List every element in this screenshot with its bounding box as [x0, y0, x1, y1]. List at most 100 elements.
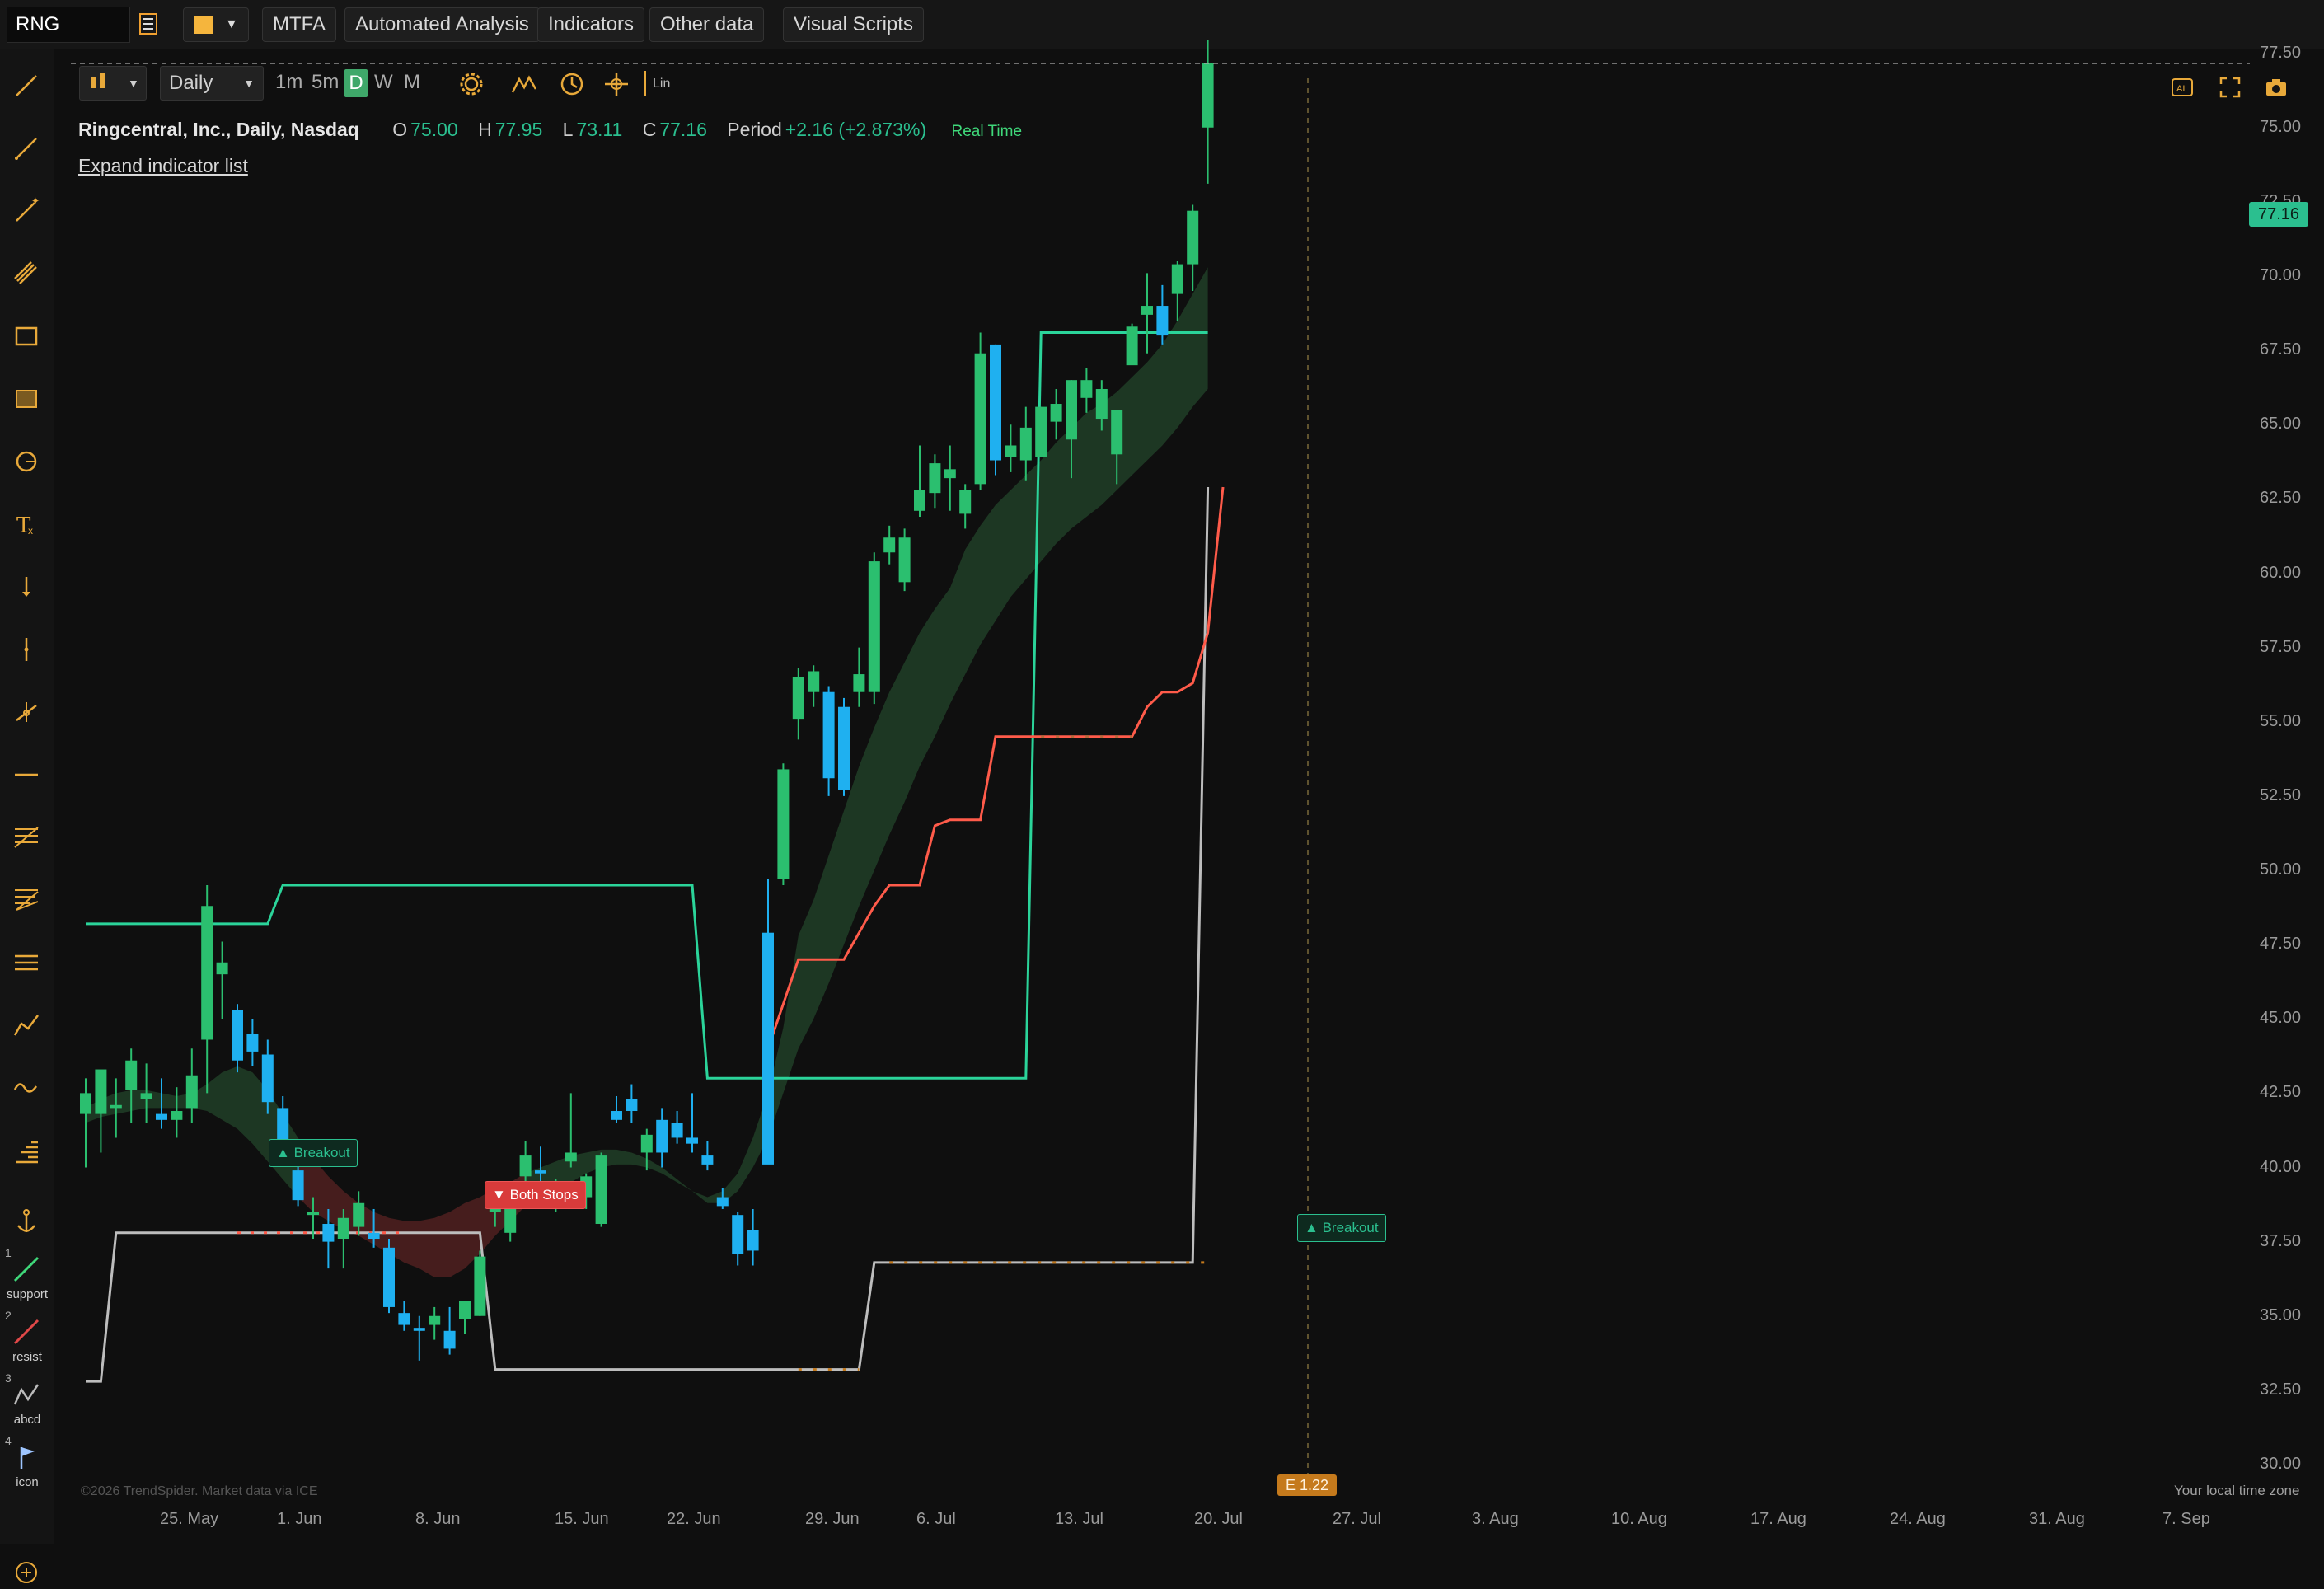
- band-lines-layer: [86, 331, 1225, 1383]
- candle: [1095, 380, 1108, 431]
- x-tick-label: 6. Jul: [916, 1510, 956, 1528]
- shaded-rectangle-icon[interactable]: [7, 379, 46, 419]
- fullscreen-icon[interactable]: [2212, 69, 2248, 105]
- interval-5m[interactable]: 5m: [312, 66, 339, 101]
- candle: [762, 879, 774, 1165]
- preset-label: icon: [16, 1475, 39, 1489]
- guides-layer: [71, 63, 2250, 1475]
- candle: [383, 1239, 395, 1314]
- candle: [1066, 380, 1077, 479]
- candle: [929, 454, 941, 509]
- visual-scripts-button[interactable]: Visual Scripts: [783, 7, 924, 42]
- volume-profile-icon[interactable]: [7, 1131, 46, 1170]
- both-stops-label: Both Stops: [509, 1187, 579, 1202]
- x-tick-label: 1. Jun: [277, 1510, 322, 1528]
- candle: [1019, 406, 1032, 481]
- y-tick-label: 35.00: [2260, 1305, 2302, 1324]
- flag-icon[interactable]: [7, 1442, 46, 1472]
- rectangle-tool-icon[interactable]: [7, 316, 46, 356]
- color-picker-button[interactable]: ▼: [183, 7, 249, 42]
- candle: [95, 1069, 107, 1153]
- text-tool-icon[interactable]: Tx: [7, 504, 46, 544]
- both-stops-signal[interactable]: ▼ Both Stops: [485, 1181, 586, 1209]
- support-line-icon[interactable]: [7, 1254, 46, 1284]
- clock-icon[interactable]: [554, 66, 590, 102]
- magic-trendline-icon[interactable]: ✦: [7, 191, 46, 231]
- timeframe-select[interactable]: Daily ▼: [160, 66, 264, 101]
- camera-icon[interactable]: [2258, 69, 2294, 105]
- settings-gear-icon[interactable]: [453, 66, 490, 102]
- candles-layer: [80, 40, 1214, 1361]
- candle: [595, 1152, 607, 1227]
- interval-w[interactable]: W: [374, 66, 393, 101]
- y-tick-label: 30.00: [2260, 1455, 2302, 1473]
- wave-tool-icon[interactable]: [7, 1068, 46, 1108]
- polyline-icon[interactable]: [7, 1005, 46, 1045]
- candlestick-icon: [88, 67, 108, 110]
- timezone-label[interactable]: Your local time zone: [2174, 1483, 2299, 1499]
- vertical-line-icon[interactable]: [7, 630, 46, 669]
- candle: [337, 1208, 349, 1269]
- expand-indicator-list-link[interactable]: Expand indicator list: [78, 155, 248, 177]
- fibonacci-icon[interactable]: [7, 818, 46, 857]
- x-tick-label: 22. Jun: [667, 1510, 721, 1528]
- parallel-lines-icon[interactable]: [7, 943, 46, 982]
- candle: [1141, 273, 1153, 354]
- candle: [1187, 204, 1199, 292]
- candle: [1126, 323, 1138, 366]
- mtfa-button[interactable]: MTFA: [262, 7, 336, 42]
- chart-type-button[interactable]: ▼: [79, 66, 147, 101]
- crosshair-tool-icon[interactable]: [7, 692, 46, 732]
- interval-d-active[interactable]: D: [344, 69, 368, 97]
- fib-fan-icon[interactable]: [7, 880, 46, 920]
- y-tick-label: 70.00: [2260, 266, 2302, 284]
- watchlist-icon[interactable]: [132, 7, 170, 42]
- automated-analysis-button[interactable]: Automated Analysis: [344, 7, 540, 42]
- high-value: 77.95: [494, 119, 543, 140]
- indicators-button[interactable]: Indicators: [537, 7, 645, 42]
- color-swatch-icon: [194, 16, 213, 34]
- x-tick-label: 3. Aug: [1472, 1510, 1519, 1528]
- indicator-chart-icon[interactable]: [506, 66, 542, 102]
- trailing-stop-line: [766, 486, 1225, 1049]
- circle-tool-icon[interactable]: [7, 442, 46, 481]
- y-tick-label: 42.50: [2260, 1083, 2302, 1102]
- interval-1m[interactable]: 1m: [275, 66, 302, 101]
- x-tick-label: 20. Jul: [1194, 1510, 1243, 1528]
- breakout-signal-2[interactable]: ▲ Breakout: [1297, 1214, 1386, 1242]
- breakout-1-label: Breakout: [293, 1145, 350, 1160]
- x-tick-label: 29. Jun: [805, 1510, 860, 1528]
- candle: [398, 1301, 410, 1331]
- ai-icon[interactable]: AI: [2164, 69, 2200, 105]
- candle: [626, 1084, 638, 1123]
- chevron-down-icon: ▼: [225, 17, 238, 31]
- symbol-input[interactable]: [7, 7, 130, 43]
- channel-tool-icon[interactable]: [7, 254, 46, 293]
- trendline-tool-icon[interactable]: [7, 66, 46, 105]
- candle: [353, 1191, 365, 1236]
- candle: [307, 1197, 319, 1240]
- anchor-icon[interactable]: [7, 1202, 46, 1241]
- other-data-button[interactable]: Other data: [649, 7, 765, 42]
- drawing-tools-sidebar: ✦ Tx 1 support 2 resist 3 abcd 4 icon: [0, 49, 54, 1583]
- linear-scale-button[interactable]: Lin: [643, 66, 681, 101]
- resist-line-icon[interactable]: [7, 1317, 46, 1347]
- open-value: 75.00: [410, 119, 458, 140]
- horizontal-line-icon[interactable]: [7, 755, 46, 794]
- add-tool-icon[interactable]: [7, 1556, 46, 1589]
- low-value: 73.11: [576, 119, 623, 140]
- candle: [959, 484, 972, 529]
- interval-m[interactable]: M: [404, 66, 420, 101]
- breakout-signal-1[interactable]: ▲ Breakout: [269, 1139, 358, 1167]
- ray-tool-icon[interactable]: [7, 129, 46, 168]
- candle: [80, 1078, 91, 1168]
- y-tick-label: 55.00: [2260, 711, 2302, 730]
- candle: [868, 552, 880, 705]
- candle: [792, 668, 804, 740]
- x-tick-label: 13. Jul: [1055, 1510, 1103, 1528]
- price-chart[interactable]: [0, 0, 2324, 1544]
- abcd-pattern-icon[interactable]: [7, 1380, 46, 1409]
- earnings-marker[interactable]: E 1.22: [1277, 1474, 1337, 1496]
- crosshair-icon[interactable]: [598, 66, 635, 102]
- arrow-down-icon[interactable]: [7, 567, 46, 607]
